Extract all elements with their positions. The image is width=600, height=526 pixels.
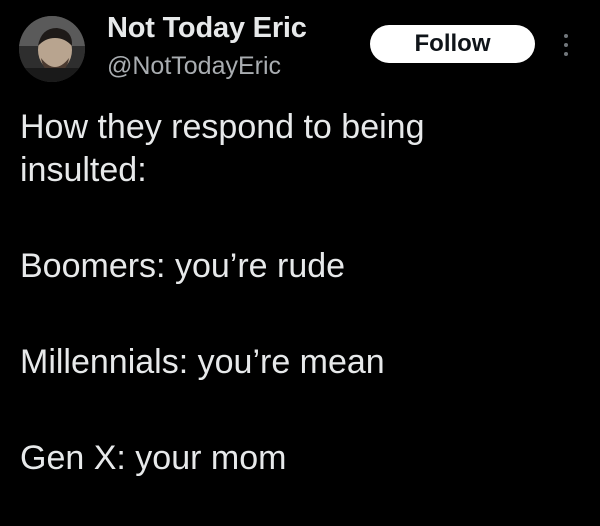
more-options-icon[interactable] [556,30,576,60]
tweet-card: Not Today Eric @NotTodayEric Follow How … [0,0,600,526]
author-handle[interactable]: @NotTodayEric [107,52,281,81]
more-dot [564,43,568,47]
tweet-text-line: Boomers: you’re rude [20,247,346,285]
tweet-text-line: Gen X: your mom [20,439,287,477]
tweet-text-line: insulted: [20,151,147,189]
follow-button[interactable]: Follow [370,25,535,63]
tweet-header: Not Today Eric @NotTodayEric Follow [0,0,600,100]
author-avatar[interactable] [19,16,85,82]
more-dot [564,52,568,56]
avatar-photo-icon [19,16,85,82]
tweet-text: How they respond to being insulted: Boom… [20,106,580,480]
tweet-text-line: How they respond to being [20,108,425,146]
more-dot [564,34,568,38]
author-display-name[interactable]: Not Today Eric [107,12,307,45]
tweet-text-line: Millennials: you’re mean [20,343,385,381]
